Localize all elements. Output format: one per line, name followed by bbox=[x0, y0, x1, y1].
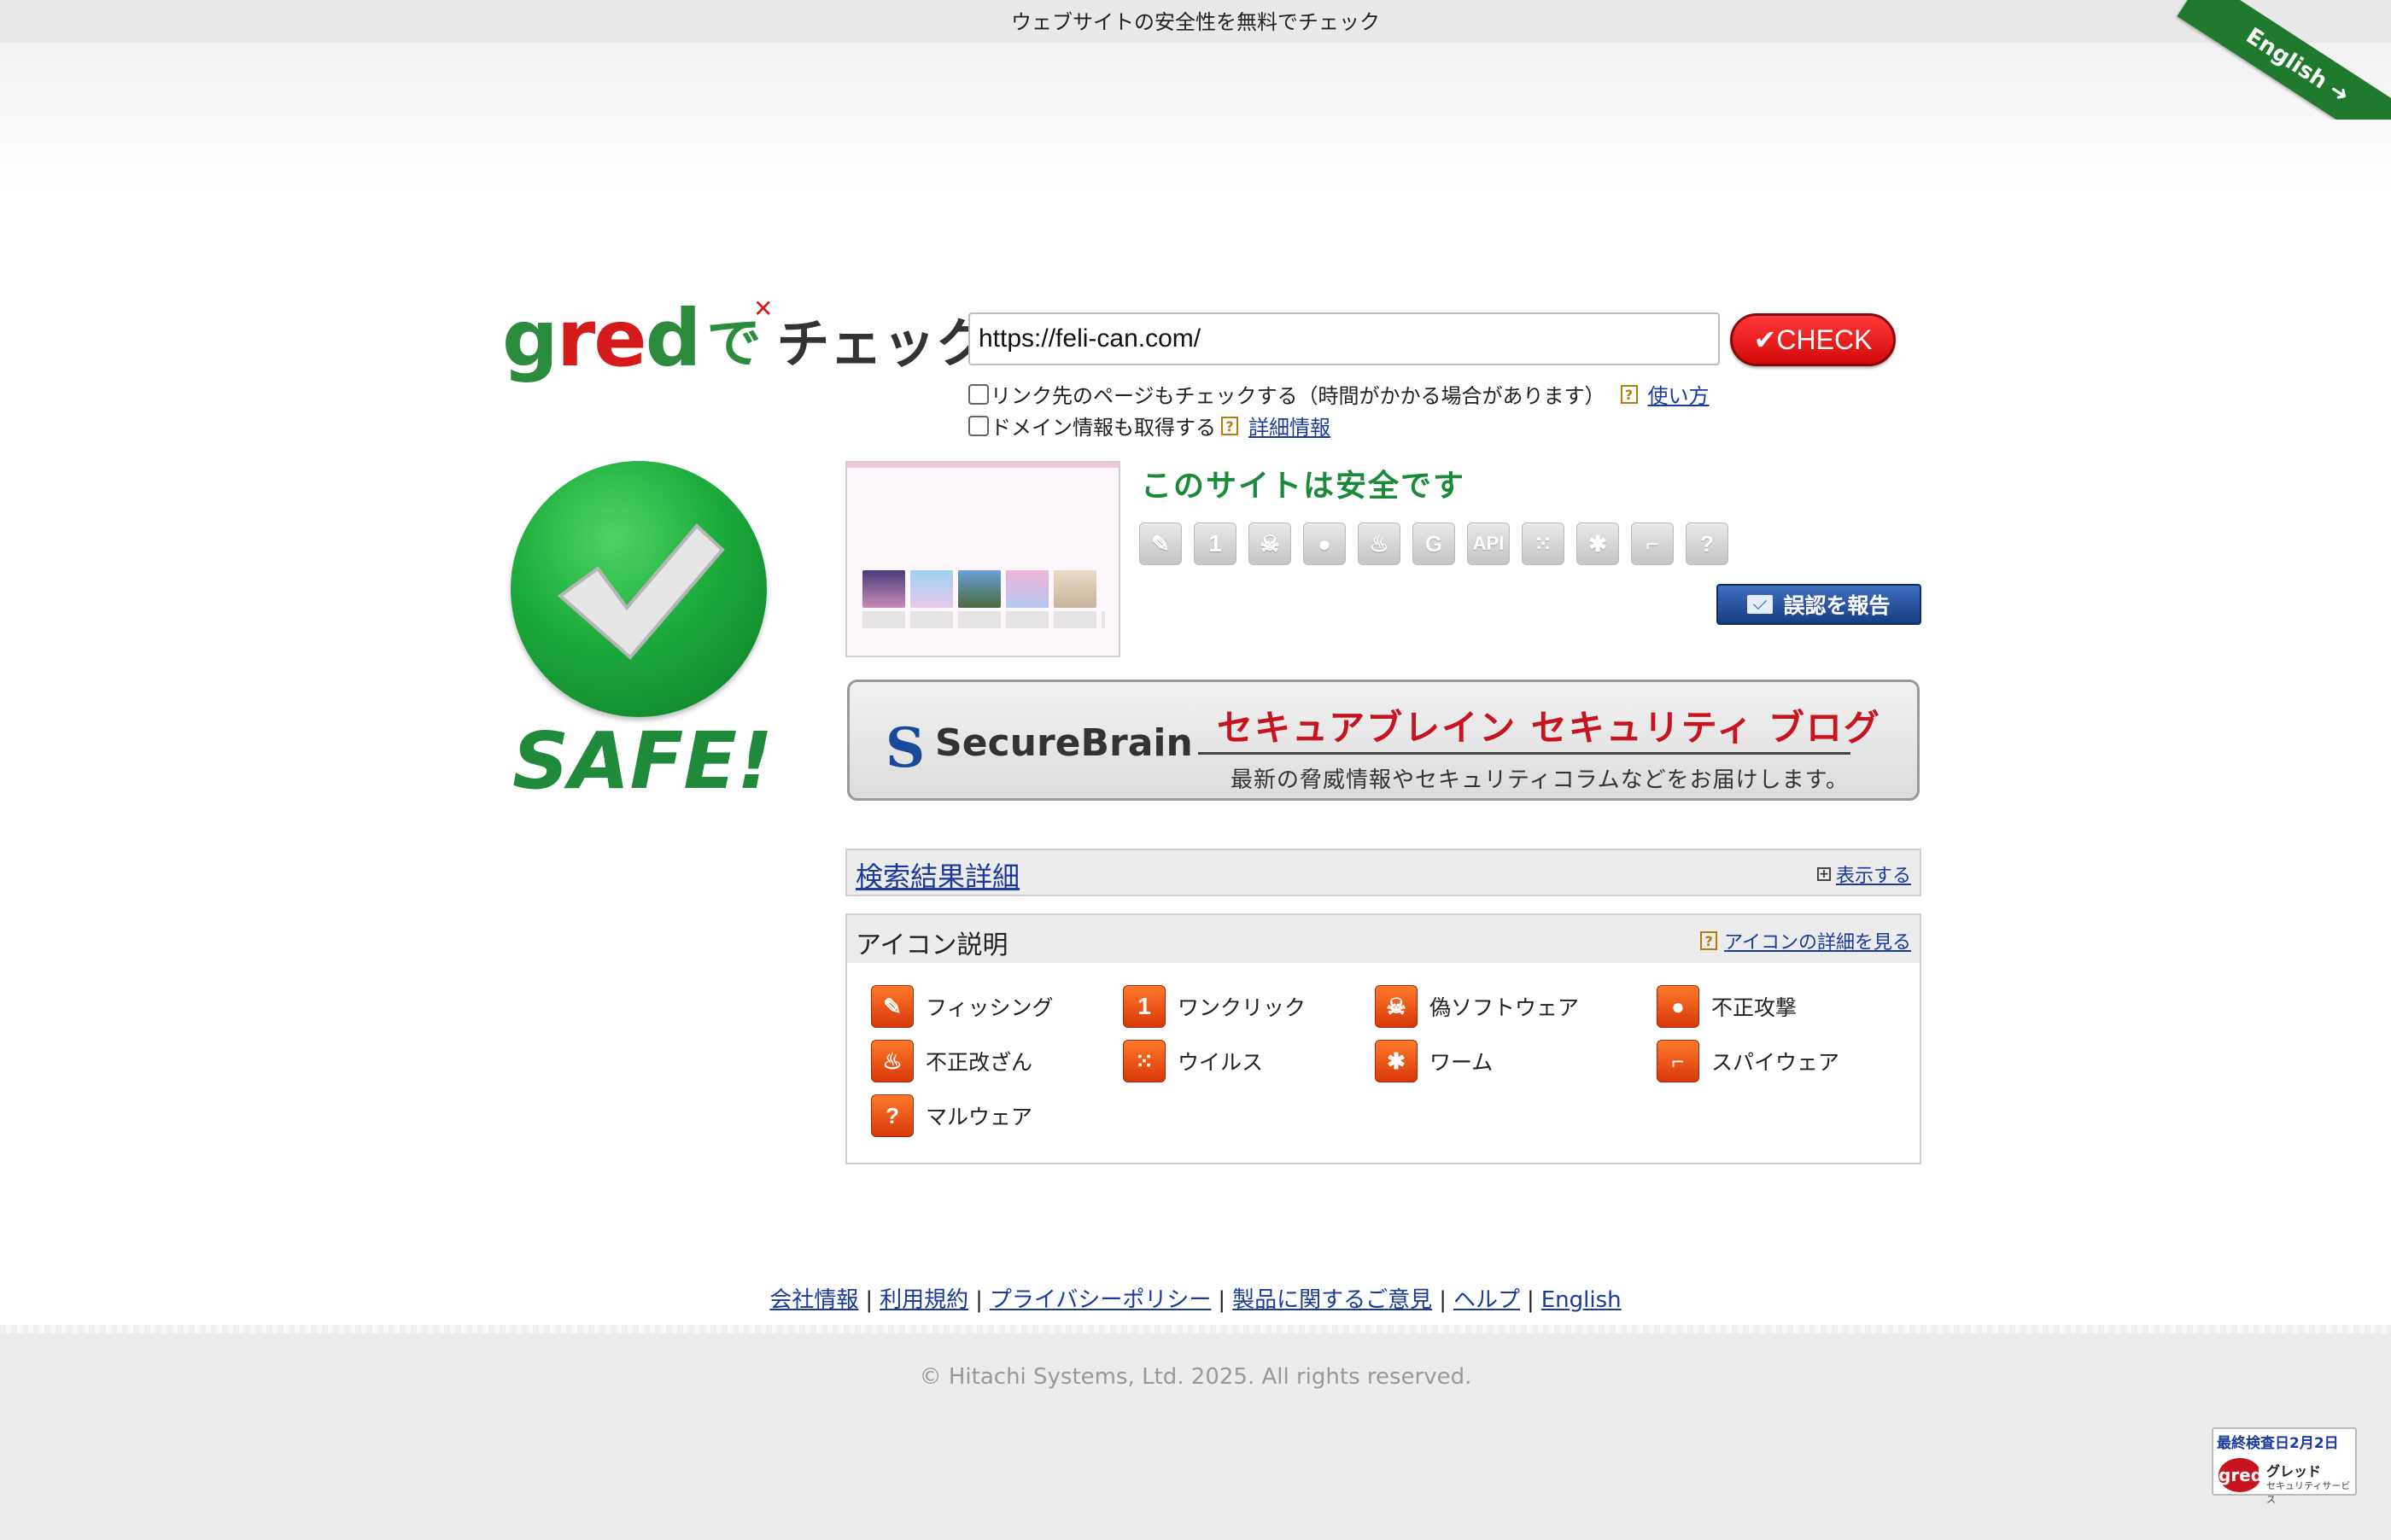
bomb-icon: ● bbox=[1303, 522, 1346, 565]
tagline: ウェブサイトの安全性を無料でチェック bbox=[1011, 10, 1380, 34]
legend-item: ⁙ ウイルス bbox=[1123, 1040, 1375, 1082]
safe-check-icon bbox=[511, 461, 767, 717]
gun-icon: ⌐ bbox=[1657, 1040, 1699, 1082]
gred-seal-badge[interactable]: 最終検査日2月2日 gred グレッド セキュリティサービス bbox=[2212, 1427, 2357, 1505]
securebrain-s-icon: S bbox=[886, 716, 926, 780]
logo-check: チェック bbox=[776, 312, 989, 375]
footer-link-terms[interactable]: 利用規約 bbox=[880, 1287, 968, 1313]
banner-title: セキュアブレイン セキュリティ ブログ bbox=[1217, 707, 1881, 749]
bomb-icon: ● bbox=[1657, 985, 1699, 1028]
envelope-icon bbox=[1747, 595, 1774, 614]
legend-label: ウイルス bbox=[1178, 1050, 1264, 1075]
api-icon: API bbox=[1467, 522, 1510, 565]
logo-gred: gred bbox=[502, 293, 701, 384]
site-thumbnail bbox=[845, 461, 1120, 657]
threat-icons-row: ✎ 1 ☠ ● ♨ G API ⁙ ✱ ⌐ ? bbox=[1139, 522, 1728, 565]
banner-subtitle: 最新の脅威情報やセキュリティコラムなどをお届けします。 bbox=[1231, 767, 1850, 793]
legend-label: ワンクリック bbox=[1178, 995, 1307, 1020]
legend-label: 偽ソフトウェア bbox=[1429, 995, 1580, 1020]
footer-link-privacy[interactable]: プライバシーポリシー bbox=[990, 1287, 1211, 1313]
url-input[interactable] bbox=[968, 312, 1720, 365]
skull-icon: ☠ bbox=[1375, 985, 1418, 1028]
header-fade bbox=[0, 43, 2391, 196]
securebrain-blog-banner[interactable]: S SecureBrain セキュアブレイン セキュリティ ブログ 最新の脅威情… bbox=[847, 680, 1920, 801]
legend-item: ? マルウェア bbox=[871, 1094, 1123, 1137]
fire-icon: ♨ bbox=[1358, 522, 1400, 565]
virus-icon: ⁙ bbox=[1123, 1040, 1166, 1082]
fire-icon: ♨ bbox=[871, 1040, 914, 1082]
legend-item: 1 ワンクリック bbox=[1123, 985, 1375, 1028]
search-results-detail-link[interactable]: 検索結果詳細 bbox=[856, 855, 1020, 895]
safety-status: このサイトは安全です bbox=[1141, 469, 1466, 504]
help-icon: ? bbox=[1221, 416, 1238, 435]
icon-legend-grid: ✎ フィッシング 1 ワンクリック ☠ 偽ソフトウェア ● 不正攻撃 ♨ 不正改ざん ⁙ ウ… bbox=[871, 985, 1909, 1137]
footer-links: 会社情報 | 利用規約 | プライバシーポリシー | 製品に関するご意見 | ヘルプ | Engli… bbox=[769, 1287, 1622, 1313]
worm-icon: ✱ bbox=[1576, 522, 1619, 565]
legend-item: ✱ ワーム bbox=[1375, 1040, 1657, 1082]
report-label: 誤認を報告 bbox=[1783, 593, 1891, 618]
icon-legend-title: アイコン説明 bbox=[856, 930, 1008, 960]
one-click-icon: 1 bbox=[1123, 985, 1166, 1028]
english-ribbon-label[interactable]: English ➜ bbox=[2177, 0, 2391, 120]
footer-link-english[interactable]: English bbox=[1541, 1287, 1622, 1313]
logo-de: で ✕ bbox=[706, 295, 774, 376]
footer-link-help[interactable]: ヘルプ bbox=[1453, 1287, 1520, 1313]
check-links-label: リンク先のページもチェックする（時間がかかる場合があります） bbox=[991, 384, 1605, 408]
domain-info-label: ドメイン情報も取得する bbox=[991, 416, 1216, 440]
legend-label: スパイウェア bbox=[1711, 1050, 1840, 1075]
copyright: © Hitachi Systems, Ltd. 2025. All rights… bbox=[919, 1364, 1472, 1390]
g-icon: G bbox=[1412, 522, 1455, 565]
icon-details-link[interactable]: アイコンの詳細を見る bbox=[1724, 927, 1911, 954]
footer-link-feedback[interactable]: 製品に関するご意見 bbox=[1232, 1287, 1432, 1313]
phishing-icon: ✎ bbox=[871, 985, 914, 1028]
icon-legend-panel: アイコン説明 ? アイコンの詳細を見る ✎ フィッシング 1 ワンクリック ☠ 偽ソフ… bbox=[845, 913, 1921, 1164]
seal-brand: グレッド bbox=[2266, 1463, 2322, 1479]
skull-icon: ☠ bbox=[1248, 522, 1291, 565]
banner-divider bbox=[1198, 752, 1850, 755]
seal-gred-logo: gred bbox=[2219, 1458, 2263, 1492]
domain-info-checkbox[interactable] bbox=[968, 415, 989, 436]
seal-date: 最終検査日2月2日 bbox=[2217, 1435, 2339, 1452]
legend-label: マルウェア bbox=[926, 1105, 1033, 1129]
help-icon: ? bbox=[1700, 931, 1718, 950]
gred-logo[interactable]: gred で ✕ チェック bbox=[502, 293, 989, 384]
gun-icon: ⌐ bbox=[1631, 522, 1674, 565]
check-links-checkbox[interactable] bbox=[968, 383, 989, 405]
show-link[interactable]: 表示する bbox=[1836, 860, 1911, 888]
details-info-link[interactable]: 詳細情報 bbox=[1248, 411, 1330, 440]
legend-label: フィッシング bbox=[926, 995, 1054, 1020]
legend-item: ✎ フィッシング bbox=[871, 985, 1123, 1028]
option-check-links: リンク先のページもチェックする（時間がかかる場合があります） ? 使い方 bbox=[968, 379, 1710, 409]
phishing-icon: ✎ bbox=[1139, 522, 1182, 565]
safe-label: SAFE! bbox=[512, 715, 774, 807]
worm-icon: ✱ bbox=[1375, 1040, 1418, 1082]
show-toggle[interactable]: + 表示する bbox=[1816, 860, 1911, 888]
english-ribbon[interactable]: English ➜ bbox=[2169, 0, 2391, 120]
expand-icon: + bbox=[1816, 867, 1831, 881]
question-icon: ? bbox=[1686, 522, 1728, 565]
report-misjudgment-button[interactable]: 誤認を報告 bbox=[1716, 584, 1921, 625]
legend-item: ● 不正攻撃 bbox=[1657, 985, 1909, 1028]
virus-icon: ⁙ bbox=[1522, 522, 1564, 565]
legend-item: ⌐ スパイウェア bbox=[1657, 1040, 1909, 1082]
legend-label: 不正改ざん bbox=[926, 1050, 1033, 1075]
help-icon: ? bbox=[1620, 384, 1638, 404]
question-icon: ? bbox=[871, 1094, 914, 1137]
top-bar: ウェブサイトの安全性を無料でチェック bbox=[0, 0, 2391, 43]
legend-label: ワーム bbox=[1429, 1050, 1494, 1075]
usage-link[interactable]: 使い方 bbox=[1648, 379, 1710, 409]
option-domain-info: ドメイン情報も取得する ? 詳細情報 bbox=[968, 411, 1330, 440]
footer-link-company[interactable]: 会社情報 bbox=[769, 1287, 858, 1313]
one-click-icon: 1 bbox=[1194, 522, 1236, 565]
legend-item: ☠ 偽ソフトウェア bbox=[1375, 985, 1657, 1028]
legend-item: ♨ 不正改ざん bbox=[871, 1040, 1123, 1082]
search-results-detail-panel: 検索結果詳細 + 表示する bbox=[845, 849, 1921, 896]
seal-sub: セキュリティサービス bbox=[2266, 1480, 2351, 1505]
check-button[interactable]: ✔CHECK bbox=[1730, 313, 1896, 366]
banner-brand: SecureBrain bbox=[935, 721, 1193, 765]
legend-label: 不正攻撃 bbox=[1711, 995, 1798, 1020]
